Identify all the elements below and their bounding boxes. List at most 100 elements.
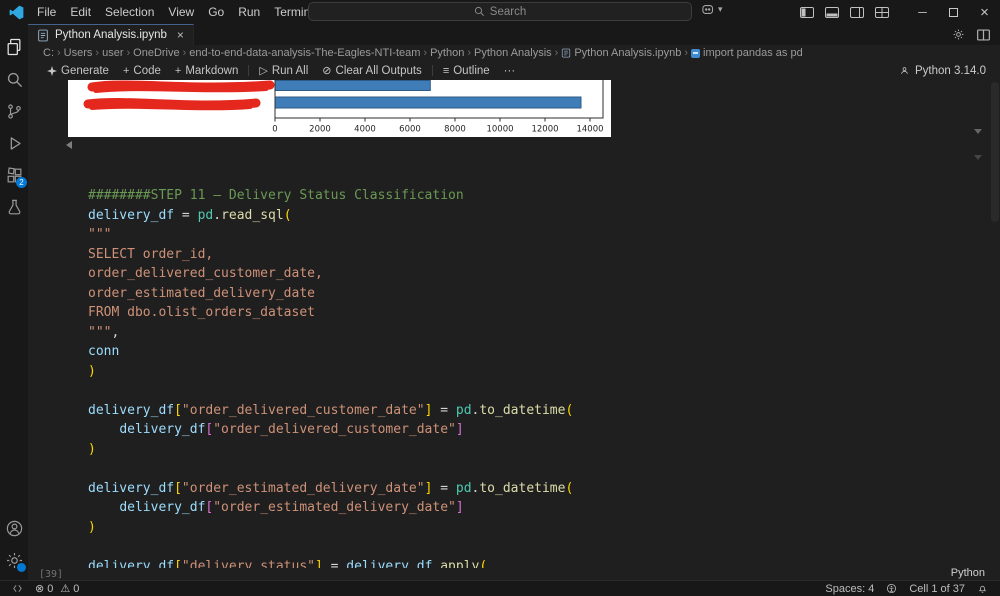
breadcrumb-separator: › bbox=[126, 47, 131, 59]
toolbar-divider bbox=[248, 65, 250, 76]
code-line[interactable] bbox=[88, 381, 970, 401]
explorer-icon[interactable] bbox=[0, 31, 28, 63]
tab-bar: Python Analysis.ipynb × bbox=[28, 24, 1000, 45]
add-markdown-button[interactable]: + Markdown bbox=[168, 61, 246, 80]
toolbar-divider bbox=[431, 65, 433, 76]
output-scroll-left-icon[interactable] bbox=[66, 141, 72, 149]
source-control-icon[interactable] bbox=[0, 95, 28, 127]
settings-gear-icon[interactable] bbox=[0, 544, 28, 576]
run-all-icon: ▷ bbox=[259, 65, 268, 77]
more-actions-button[interactable]: ··· bbox=[497, 61, 523, 80]
gear-icon[interactable] bbox=[952, 28, 965, 41]
minimize-button[interactable]: ─ bbox=[907, 0, 938, 24]
problems-indicator[interactable]: ⊗ 0 ⚠ 0 bbox=[31, 582, 83, 596]
cell-language-picker[interactable]: Python bbox=[951, 567, 985, 579]
search-icon bbox=[474, 6, 485, 17]
account-icon[interactable] bbox=[0, 512, 28, 544]
clear-outputs-button[interactable]: ⊘ Clear All Outputs bbox=[315, 61, 429, 80]
plus-icon: + bbox=[122, 64, 130, 77]
breadcrumb-separator: › bbox=[684, 47, 689, 59]
menu-item-run[interactable]: Run bbox=[231, 5, 267, 19]
settings-badge bbox=[17, 563, 26, 572]
toggle-secondary-sidebar-icon[interactable] bbox=[850, 6, 864, 18]
breadcrumb-item[interactable]: end-to-end-data-analysis-The-Eagles-NTI-… bbox=[189, 47, 420, 59]
title-bar: FileEditSelectionViewGoRunTerminalHelp ←… bbox=[0, 0, 1000, 24]
code-line[interactable]: delivery_df["order_delivered_customer_da… bbox=[88, 401, 970, 421]
customize-layout-icon[interactable] bbox=[875, 6, 889, 18]
notebook-file-icon bbox=[561, 48, 571, 58]
menu-item-file[interactable]: File bbox=[30, 5, 63, 19]
toggle-sidebar-icon[interactable] bbox=[800, 6, 814, 18]
maximize-button[interactable] bbox=[938, 0, 969, 24]
menu-item-edit[interactable]: Edit bbox=[63, 5, 98, 19]
add-code-button[interactable]: + Code bbox=[116, 61, 168, 80]
notebook-file-icon bbox=[37, 29, 49, 42]
code-cell[interactable]: ########STEP 11 — Delivery Status Classi… bbox=[88, 186, 970, 568]
spaces-indicator[interactable]: Spaces: 4 bbox=[821, 583, 878, 595]
outline-button[interactable]: ≡ Outline bbox=[436, 61, 497, 80]
breadcrumb-item[interactable]: import pandas as pd bbox=[691, 47, 803, 59]
bell-icon[interactable] bbox=[973, 583, 992, 594]
close-button[interactable]: × bbox=[969, 0, 1000, 24]
breadcrumb-item[interactable]: C: bbox=[43, 47, 54, 59]
code-line[interactable]: delivery_df["delivery_status"] = deliver… bbox=[88, 557, 970, 569]
code-line[interactable]: ) bbox=[88, 518, 970, 538]
code-line[interactable]: delivery_df["order_delivered_customer_da… bbox=[88, 420, 970, 440]
accessibility-icon[interactable] bbox=[882, 583, 901, 594]
toggle-panel-icon[interactable] bbox=[825, 6, 839, 18]
search-box[interactable]: Search bbox=[308, 2, 692, 21]
cell-position-indicator[interactable]: Cell 1 of 37 bbox=[905, 583, 969, 595]
breadcrumb-separator: › bbox=[182, 47, 187, 59]
chevron-down-icon[interactable] bbox=[974, 155, 982, 160]
extensions-icon[interactable]: 2 bbox=[0, 159, 28, 191]
breadcrumb-item[interactable]: Users bbox=[64, 47, 93, 59]
generate-button[interactable]: Generate bbox=[40, 61, 116, 80]
kernel-picker[interactable]: Python 3.14.0 bbox=[899, 65, 986, 77]
status-bar: ⊗ 0 ⚠ 0 Spaces: 4 Cell 1 of 37 bbox=[0, 580, 1000, 596]
split-editor-icon[interactable] bbox=[977, 28, 990, 41]
breadcrumb-separator: › bbox=[57, 47, 61, 59]
remote-icon[interactable] bbox=[8, 583, 27, 594]
code-line[interactable]: """, bbox=[88, 323, 970, 343]
code-line[interactable]: ) bbox=[88, 440, 970, 460]
breadcrumb-separator: › bbox=[467, 47, 471, 59]
tab-close-icon[interactable]: × bbox=[177, 28, 184, 42]
run-debug-icon[interactable] bbox=[0, 127, 28, 159]
menu-item-selection[interactable]: Selection bbox=[98, 5, 161, 19]
code-line[interactable]: delivery_df["order_estimated_delivery_da… bbox=[88, 498, 970, 518]
run-all-button[interactable]: ▷ Run All bbox=[252, 61, 315, 80]
code-line[interactable]: order_delivered_customer_date, bbox=[88, 264, 970, 284]
copilot-menu-button[interactable]: ▾ bbox=[702, 4, 723, 15]
scrollbar-thumb[interactable] bbox=[991, 82, 999, 222]
breadcrumb-item[interactable]: user bbox=[102, 47, 123, 59]
clear-icon: ⊘ bbox=[322, 65, 332, 77]
code-line[interactable]: delivery_df = pd.read_sql( bbox=[88, 206, 970, 226]
search-sidebar-icon[interactable] bbox=[0, 63, 28, 95]
code-line[interactable]: ########STEP 11 — Delivery Status Classi… bbox=[88, 186, 970, 206]
code-line[interactable] bbox=[88, 459, 970, 479]
tab-label: Python Analysis.ipynb bbox=[55, 29, 167, 41]
chevron-down-icon: ▾ bbox=[718, 4, 723, 14]
breadcrumb-item[interactable]: Python Analysis.ipynb bbox=[561, 47, 681, 59]
code-line[interactable]: """ bbox=[88, 225, 970, 245]
testing-icon[interactable] bbox=[0, 191, 28, 223]
code-line[interactable]: ) bbox=[88, 362, 970, 382]
tab-python-analysis[interactable]: Python Analysis.ipynb × bbox=[28, 24, 194, 45]
activity-bar: 2 bbox=[0, 24, 28, 580]
code-line[interactable] bbox=[88, 537, 970, 557]
svg-text:4000: 4000 bbox=[354, 125, 376, 135]
code-line[interactable]: conn bbox=[88, 342, 970, 362]
menu-item-go[interactable]: Go bbox=[201, 5, 231, 19]
code-line[interactable]: FROM dbo.olist_orders_dataset bbox=[88, 303, 970, 323]
breadcrumb-item[interactable]: Python bbox=[430, 47, 464, 59]
breadcrumb-item[interactable]: Python Analysis bbox=[474, 47, 552, 59]
code-line[interactable]: delivery_df["order_estimated_delivery_da… bbox=[88, 479, 970, 499]
code-line[interactable]: SELECT order_id, bbox=[88, 245, 970, 265]
chevron-down-icon[interactable] bbox=[974, 129, 982, 134]
breadcrumb-item[interactable]: OneDrive bbox=[133, 47, 179, 59]
code-line[interactable]: order_estimated_delivery_date bbox=[88, 284, 970, 304]
outline-icon: ≡ bbox=[442, 64, 450, 77]
menu-item-view[interactable]: View bbox=[161, 5, 201, 19]
vscode-logo-icon bbox=[9, 5, 24, 20]
search-placeholder: Search bbox=[489, 5, 527, 18]
